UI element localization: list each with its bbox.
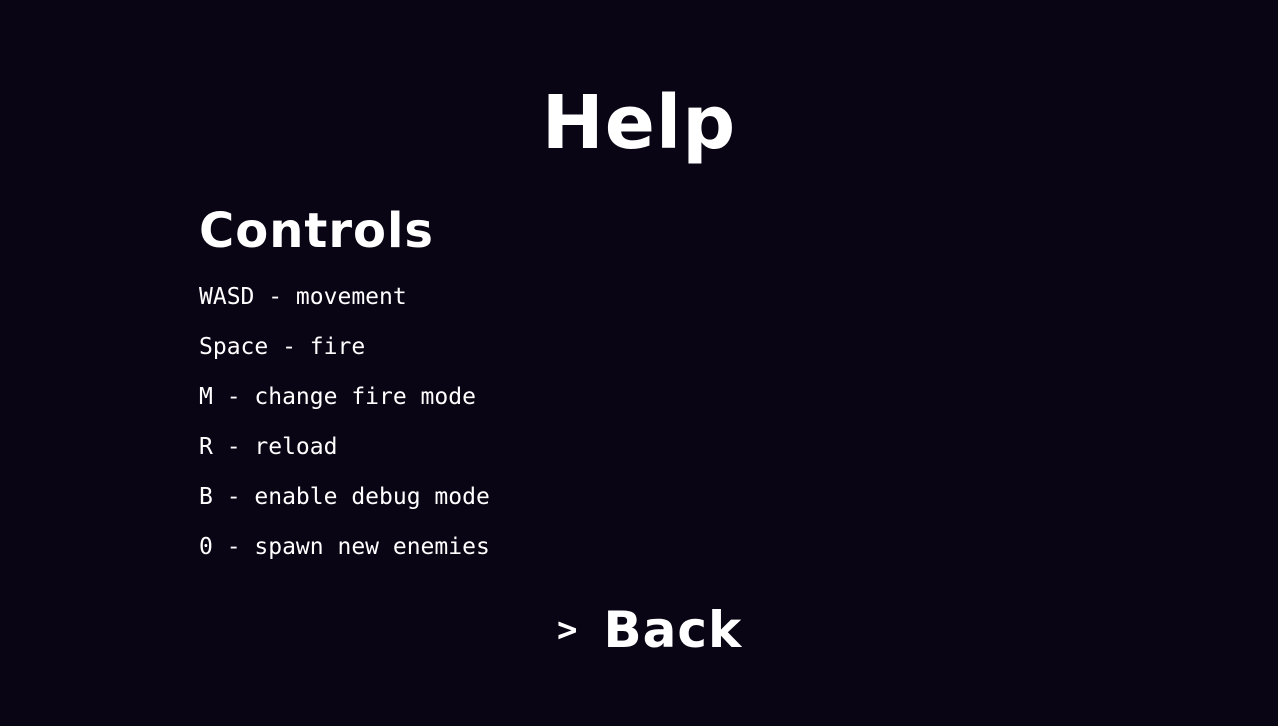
controls-heading: Controls <box>199 203 434 259</box>
control-line-debug: B - enable debug mode <box>199 484 490 510</box>
back-menu-option[interactable]: > Back <box>557 600 742 660</box>
back-button-label: Back <box>603 601 743 659</box>
control-line-movement: WASD - movement <box>199 284 407 310</box>
control-line-fire-mode: M - change fire mode <box>199 384 476 410</box>
control-line-reload: R - reload <box>199 434 338 460</box>
control-line-fire: Space - fire <box>199 334 366 360</box>
control-line-spawn: 0 - spawn new enemies <box>199 534 490 560</box>
selection-cursor-icon: > <box>557 610 578 650</box>
page-title: Help <box>541 80 737 166</box>
controls-section: Controls WASD - movement Space - fire M … <box>199 200 490 572</box>
help-screen: Help Controls WASD - movement Space - fi… <box>0 0 1278 726</box>
